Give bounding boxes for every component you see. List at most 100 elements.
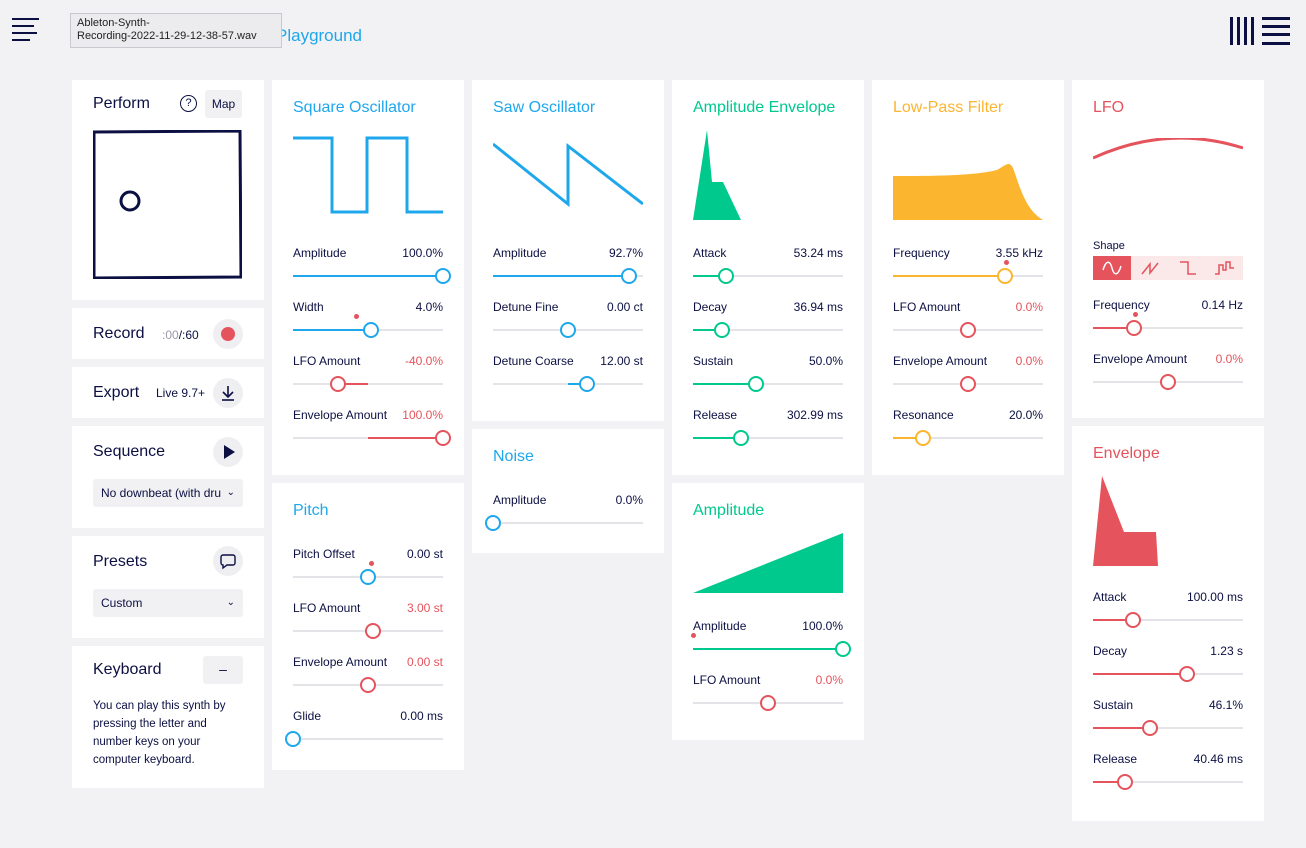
- modulation-dot: [1133, 312, 1138, 317]
- slider-knob[interactable]: [1160, 374, 1176, 390]
- slider-knob[interactable]: [435, 430, 451, 446]
- slider-knob[interactable]: [1116, 774, 1133, 790]
- param-value[interactable]: 0.00 ct: [607, 300, 643, 314]
- slider-knob[interactable]: [363, 322, 379, 338]
- slider-knob[interactable]: [760, 695, 776, 711]
- param-label: Envelope Amount: [1093, 352, 1188, 366]
- sequence-selected: No downbeat (with dru: [101, 486, 222, 500]
- sine-icon: [1102, 261, 1122, 275]
- param-value[interactable]: 0.00 ms: [400, 709, 443, 723]
- lfo-shape-selector[interactable]: [1093, 256, 1243, 280]
- param-label: Frequency: [1093, 298, 1150, 312]
- slider-knob[interactable]: [485, 515, 501, 531]
- filter-title: Low-Pass Filter: [893, 99, 1004, 116]
- param-value[interactable]: 1.23 s: [1210, 644, 1243, 658]
- param-value[interactable]: 40.46 ms: [1194, 752, 1243, 766]
- sequence-select[interactable]: No downbeat (with dru ⌄: [93, 479, 243, 507]
- param-value[interactable]: 100.0%: [402, 246, 443, 260]
- help-icon[interactable]: ?: [180, 95, 197, 112]
- param-value[interactable]: 0.0%: [816, 673, 843, 687]
- slider-knob[interactable]: [1142, 720, 1158, 736]
- param-value[interactable]: 3.00 st: [407, 601, 443, 615]
- amp-env-title: Amplitude Envelope: [693, 99, 836, 116]
- amp-envelope-shape: [693, 130, 741, 220]
- param-value[interactable]: 0.00 st: [407, 547, 443, 561]
- slider-knob[interactable]: [997, 268, 1014, 284]
- record-button[interactable]: [213, 319, 243, 349]
- param-value[interactable]: 53.24 ms: [794, 246, 843, 260]
- param-label: Sustain: [693, 354, 734, 368]
- presets-select[interactable]: Custom ⌄: [93, 589, 243, 617]
- param-value[interactable]: 0.00 st: [407, 655, 443, 669]
- slider-knob[interactable]: [621, 268, 638, 284]
- slider-track[interactable]: [493, 522, 643, 524]
- param-value[interactable]: 12.00 st: [600, 354, 643, 368]
- slider-knob[interactable]: [748, 376, 764, 392]
- slider-knob[interactable]: [1125, 612, 1142, 628]
- slider-knob[interactable]: [560, 322, 576, 338]
- param-value[interactable]: 50.0%: [809, 354, 843, 368]
- amplitude-envelope-panel: Amplitude Envelope Attack 53.24 ms Decay 36…: [672, 80, 864, 475]
- slider-knob[interactable]: [1179, 666, 1196, 682]
- xy-cursor[interactable]: [119, 190, 141, 212]
- param-value[interactable]: 4.0%: [416, 300, 443, 314]
- slider-knob[interactable]: [960, 322, 976, 338]
- presets-share-button[interactable]: [213, 546, 243, 576]
- param-value[interactable]: 36.94 ms: [794, 300, 843, 314]
- export-format[interactable]: Live 9.7+: [156, 386, 205, 400]
- slider-knob[interactable]: [733, 430, 749, 446]
- download-button[interactable]: [213, 378, 243, 408]
- param-label: Sustain: [1093, 698, 1134, 712]
- xy-pad[interactable]: [92, 129, 243, 280]
- slider-knob[interactable]: [915, 430, 931, 446]
- menu-icon[interactable]: [12, 18, 40, 44]
- param-label: Glide: [293, 709, 322, 723]
- param-value[interactable]: 20.0%: [1009, 408, 1043, 422]
- ableton-logo[interactable]: [1230, 17, 1290, 45]
- keyboard-collapse-button[interactable]: –: [203, 656, 243, 684]
- slider-knob[interactable]: [360, 677, 376, 693]
- param-value[interactable]: 302.99 ms: [787, 408, 843, 422]
- param-value[interactable]: 0.0%: [1016, 300, 1043, 314]
- saw-shape-icon[interactable]: [1131, 256, 1169, 280]
- param-label: Detune Fine: [493, 300, 559, 314]
- slider-knob[interactable]: [718, 268, 734, 284]
- slider-knob[interactable]: [364, 623, 381, 639]
- square-shape-icon[interactable]: [1169, 256, 1207, 280]
- square-title: Square Oscillator: [293, 99, 416, 116]
- param-value[interactable]: 3.55 kHz: [996, 246, 1043, 260]
- slider-knob[interactable]: [713, 322, 730, 338]
- param-value[interactable]: 0.0%: [1216, 352, 1243, 366]
- param-value[interactable]: -40.0%: [405, 354, 443, 368]
- slider-knob[interactable]: [579, 376, 596, 392]
- param-value[interactable]: 92.7%: [609, 246, 643, 260]
- lfo-title: LFO: [1093, 99, 1125, 116]
- slider-knob[interactable]: [1125, 320, 1142, 336]
- param-value[interactable]: 100.0%: [802, 619, 843, 633]
- slider-track[interactable]: [293, 738, 443, 740]
- keyboard-help-text: You can play this synth by pressing the …: [93, 700, 226, 766]
- slider-knob[interactable]: [835, 641, 851, 657]
- param-value[interactable]: 0.14 Hz: [1202, 298, 1243, 312]
- param-value[interactable]: 100.0%: [402, 408, 443, 422]
- slider-knob[interactable]: [285, 731, 301, 747]
- map-button[interactable]: Map: [205, 90, 242, 118]
- amplitude-title: Amplitude: [693, 502, 765, 519]
- filename-tooltip: Ableton-Synth- Recording-2022-11-29-12-3…: [70, 13, 282, 48]
- play-button[interactable]: [213, 437, 243, 467]
- sine-shape-button[interactable]: [1093, 256, 1131, 280]
- chevron-down-icon: ⌄: [226, 597, 235, 608]
- param-value[interactable]: 0.0%: [616, 493, 643, 507]
- param-value[interactable]: 46.1%: [1209, 698, 1243, 712]
- slider-knob[interactable]: [360, 569, 376, 585]
- record-title: Record: [93, 325, 145, 342]
- slider-knob[interactable]: [960, 376, 976, 392]
- random-shape-icon[interactable]: [1207, 256, 1243, 280]
- slider-fill: [693, 383, 756, 385]
- slider-track[interactable]: [293, 383, 443, 385]
- param-label: Resonance: [893, 408, 954, 422]
- slider-knob[interactable]: [330, 376, 346, 392]
- param-value[interactable]: 0.0%: [1016, 354, 1043, 368]
- slider-knob[interactable]: [435, 268, 451, 284]
- param-value[interactable]: 100.00 ms: [1187, 590, 1243, 604]
